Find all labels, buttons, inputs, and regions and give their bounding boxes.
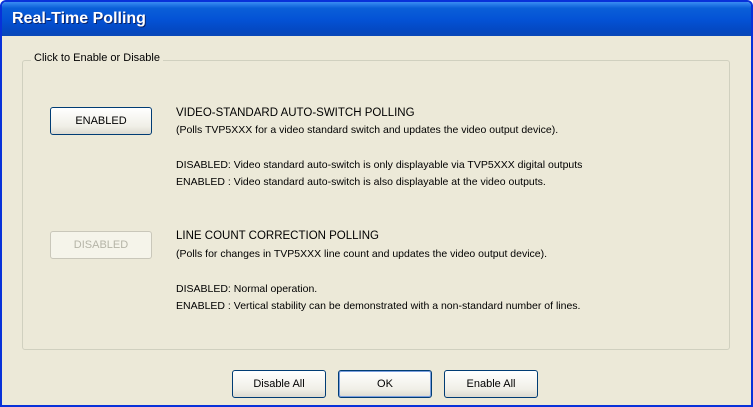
polling-options-group: Click to Enable or Disable ENABLED VIDEO… <box>22 52 730 350</box>
title-bar[interactable]: Real-Time Polling <box>2 2 751 36</box>
video-standard-enabled-note: ENABLED : Video standard auto-switch is … <box>176 176 546 188</box>
disable-all-button[interactable]: Disable All <box>232 370 326 398</box>
line-count-title: LINE COUNT CORRECTION POLLING <box>176 230 379 242</box>
line-count-toggle-label: DISABLED <box>73 239 129 251</box>
disable-all-label: Disable All <box>253 378 305 390</box>
ok-button[interactable]: OK <box>338 370 432 398</box>
video-standard-toggle-button[interactable]: ENABLED <box>50 107 152 135</box>
video-standard-description: (Polls TVP5XXX for a video standard swit… <box>176 124 559 136</box>
video-standard-disabled-note: DISABLED: Video standard auto-switch is … <box>176 159 583 171</box>
enable-all-label: Enable All <box>466 378 516 390</box>
dialog-content: Click to Enable or Disable ENABLED VIDEO… <box>2 36 751 405</box>
video-standard-toggle-label: ENABLED <box>75 115 127 127</box>
line-count-enabled-note: ENABLED : Vertical stability can be demo… <box>176 300 581 312</box>
line-count-description: (Polls for changes in TVP5XXX line count… <box>176 248 548 260</box>
enable-all-button[interactable]: Enable All <box>444 370 538 398</box>
real-time-polling-dialog: Real-Time Polling Click to Enable or Dis… <box>0 0 753 407</box>
ok-label: OK <box>377 378 393 390</box>
group-legend: Click to Enable or Disable <box>31 52 163 64</box>
video-standard-title: VIDEO-STANDARD AUTO-SWITCH POLLING <box>176 107 415 119</box>
line-count-disabled-note: DISABLED: Normal operation. <box>176 283 318 295</box>
line-count-toggle-button[interactable]: DISABLED <box>50 231 152 259</box>
window-title: Real-Time Polling <box>12 10 146 27</box>
